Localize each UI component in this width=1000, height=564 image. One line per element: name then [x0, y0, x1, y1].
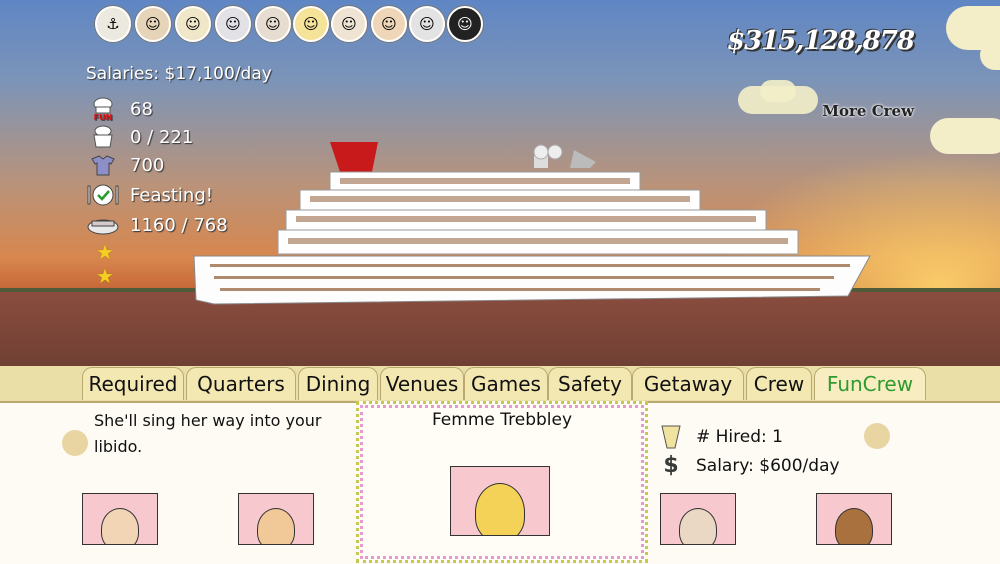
tab-safety[interactable]: Safety [548, 367, 632, 400]
stat-uniform: 700 [86, 152, 164, 178]
stat-fun-value: 68 [130, 98, 153, 120]
hostess-face-icon [101, 508, 139, 544]
blonde-face-icon[interactable]: ☺ [293, 6, 329, 42]
hired-count: # Hired: 1 [696, 427, 783, 447]
ship-funnel [330, 142, 378, 172]
ship-radome [533, 144, 549, 160]
elder-face-icon[interactable]: ☺ [409, 6, 445, 42]
chef-face-icon[interactable]: ☺ [255, 6, 291, 42]
hostess-face-icon[interactable]: ☺ [331, 6, 367, 42]
stat-fun: FUN 68 [86, 96, 153, 122]
chef-face-icon [257, 508, 295, 544]
crew-salary: Salary: $600/day [696, 456, 840, 476]
elder-face-icon [679, 508, 717, 544]
uniform-shirt-icon [86, 153, 120, 177]
stat-crew: 0 / 221 [86, 124, 193, 150]
captain-face-icon[interactable]: ⚓ [95, 6, 131, 42]
ship-hull [193, 255, 871, 305]
selected-crew-name: Femme Trebbley [431, 410, 573, 430]
scroll-right-button[interactable] [864, 423, 890, 449]
selected-crew-portrait[interactable] [450, 466, 550, 536]
svg-text:FUN: FUN [94, 113, 113, 121]
stat-lifeboat-value: 1160 / 768 [130, 214, 228, 236]
tab-dining[interactable]: Dining [298, 367, 378, 400]
salaries-label: Salaries: $17,100/day [86, 64, 272, 84]
tab-getaway[interactable]: Getaway [632, 367, 744, 400]
tab-required[interactable]: Required [82, 367, 184, 400]
crew-card-elder[interactable] [660, 493, 736, 545]
money-balance: $315,128,878 [726, 26, 915, 56]
crew-card-chef[interactable] [238, 493, 314, 545]
tab-quarters[interactable]: Quarters [186, 367, 296, 400]
tab-games[interactable]: Games [464, 367, 548, 400]
crew-shirt-icon [86, 125, 120, 149]
rating-star-icon: ★ [96, 264, 114, 288]
tab-crew[interactable]: Crew [746, 367, 812, 400]
ship-radome [547, 144, 563, 160]
lifeboat-icon [86, 213, 120, 237]
ship-mast [570, 150, 596, 168]
stat-dining-value: Feasting! [130, 184, 213, 206]
crew-description: She'll sing her way into your libido. [94, 411, 322, 456]
mariachi-face-icon [835, 508, 873, 544]
stat-crew-value: 0 / 221 [130, 126, 194, 148]
afro-face-icon[interactable]: ☺ [447, 6, 483, 42]
stat-dining: Feasting! [86, 182, 213, 208]
scroll-left-button[interactable] [62, 430, 88, 456]
more-crew-button[interactable]: More Crew [822, 102, 914, 120]
stat-lifeboat: 1160 / 768 [86, 212, 228, 238]
stat-uniform-value: 700 [130, 154, 165, 176]
cook-face-icon[interactable]: ☺ [371, 6, 407, 42]
diva-face-icon[interactable]: ☺ [215, 6, 251, 42]
blonde-face-icon [475, 483, 525, 535]
fun-chef-hat-icon: FUN [86, 97, 120, 121]
officer-face-icon[interactable]: ☺ [135, 6, 171, 42]
crew-card-hostess[interactable] [82, 493, 158, 545]
tab-funcrew[interactable]: FunCrew [814, 367, 926, 400]
rating-star-icon: ★ [96, 240, 114, 264]
svg-text:$: $ [663, 453, 678, 478]
tip-jar-icon: $ [656, 424, 686, 480]
crew-face-icon[interactable]: ☺ [175, 6, 211, 42]
crew-card-mariachi[interactable] [816, 493, 892, 545]
dining-plate-icon [86, 183, 120, 207]
tab-venues[interactable]: Venues [380, 367, 464, 400]
